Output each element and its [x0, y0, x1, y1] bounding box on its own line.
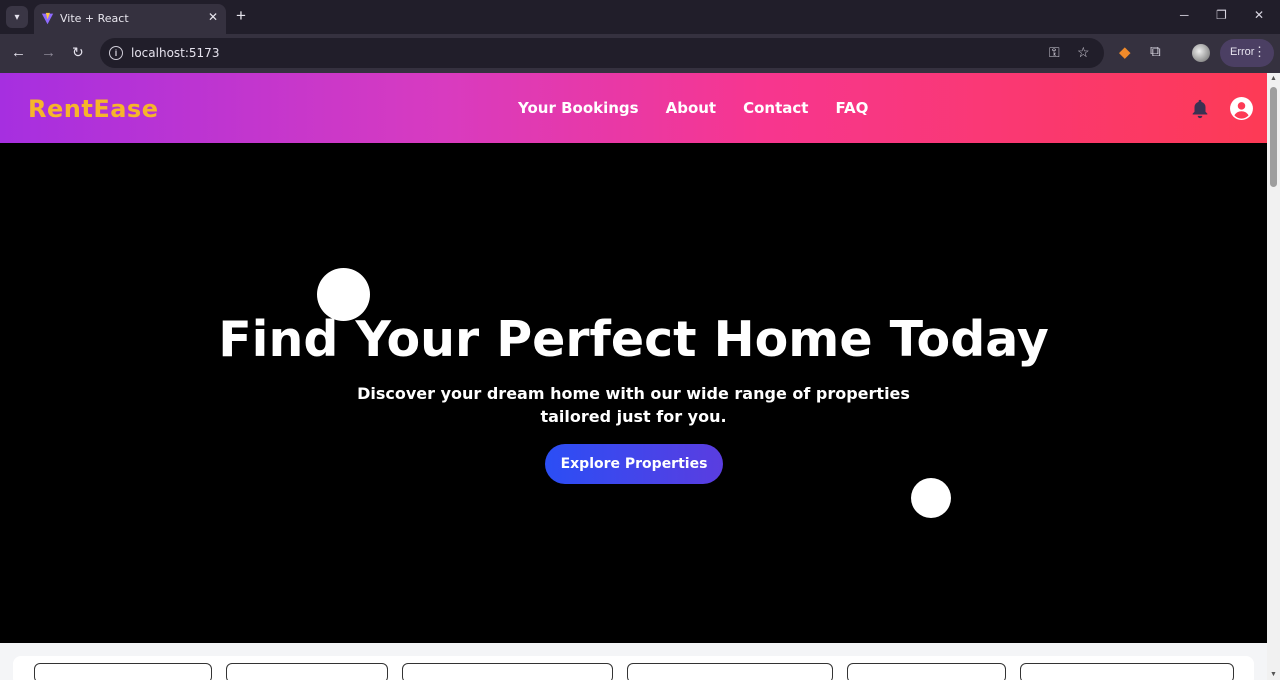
metamask-extension-icon[interactable]: ◆	[1119, 43, 1131, 61]
hero-section: Find Your Perfect Home Today Discover yo…	[0, 143, 1267, 643]
error-chip[interactable]: Error ⋮	[1220, 39, 1274, 67]
user-circle-icon[interactable]	[1229, 96, 1254, 121]
nav-link-about[interactable]: About	[666, 99, 717, 117]
reload-icon[interactable]: ↻	[72, 44, 84, 61]
scroll-thumb[interactable]	[1270, 87, 1277, 187]
minimize-icon[interactable]: ─	[1180, 8, 1189, 22]
site-navbar: RentEase Your Bookings About Contact FAQ	[0, 73, 1267, 143]
bookmark-star-icon[interactable]: ☆	[1077, 44, 1090, 61]
explore-properties-button[interactable]: Explore Properties	[545, 444, 723, 484]
scroll-down-arrow-icon[interactable]: ▼	[1270, 671, 1277, 678]
page-viewport: RentEase Your Bookings About Contact FAQ…	[0, 73, 1267, 680]
vite-logo-icon	[41, 12, 54, 25]
filter-field[interactable]	[402, 663, 613, 680]
nav-link-bookings[interactable]: Your Bookings	[518, 99, 639, 117]
browser-toolbar: ← → ↻ i localhost:5173 ⚿ ☆ ◆ ⧉ Error ⋮	[0, 34, 1280, 73]
window-close-icon[interactable]: ✕	[1254, 8, 1264, 22]
filter-field[interactable]	[34, 663, 212, 680]
site-info-icon[interactable]: i	[109, 46, 123, 60]
restore-icon[interactable]: ❐	[1216, 8, 1227, 22]
more-menu-icon[interactable]: ⋮	[1253, 44, 1266, 60]
tab-search-chevron-icon[interactable]: ▾	[6, 6, 28, 28]
hero-title: Find Your Perfect Home Today	[218, 311, 1049, 368]
decorative-circle	[911, 478, 951, 518]
filter-field[interactable]	[847, 663, 1006, 680]
profile-avatar[interactable]	[1192, 44, 1210, 62]
bell-icon[interactable]	[1189, 98, 1211, 120]
hero-subtitle: Discover your dream home with our wide r…	[357, 384, 910, 426]
url-text[interactable]: localhost:5173	[131, 46, 219, 60]
brand-logo[interactable]: RentEase	[28, 95, 158, 123]
filter-section	[0, 643, 1267, 680]
filter-field[interactable]	[627, 663, 833, 680]
forward-icon[interactable]: →	[41, 44, 56, 61]
error-label: Error	[1230, 46, 1255, 58]
tab-title: Vite + React	[60, 12, 129, 25]
password-key-icon[interactable]: ⚿	[1049, 44, 1060, 61]
scroll-up-arrow-icon[interactable]: ▲	[1270, 75, 1277, 82]
address-bar[interactable]: i localhost:5173 ⚿ ☆	[100, 38, 1104, 68]
browser-tabbar: ▾ Vite + React ✕ + ─ ❐ ✕	[0, 0, 1280, 34]
back-icon[interactable]: ←	[11, 44, 26, 61]
extensions-puzzle-icon[interactable]: ⧉	[1150, 43, 1161, 60]
filter-field[interactable]	[1020, 663, 1234, 680]
page-scrollbar[interactable]: ▲ ▼	[1267, 73, 1280, 680]
new-tab-icon[interactable]: +	[236, 6, 246, 26]
tab-close-icon[interactable]: ✕	[208, 10, 218, 24]
filter-field[interactable]	[226, 663, 388, 680]
nav-links: Your Bookings About Contact FAQ	[518, 99, 895, 117]
browser-tab[interactable]: Vite + React ✕	[34, 4, 226, 34]
nav-link-contact[interactable]: Contact	[743, 99, 808, 117]
nav-link-faq[interactable]: FAQ	[835, 99, 868, 117]
